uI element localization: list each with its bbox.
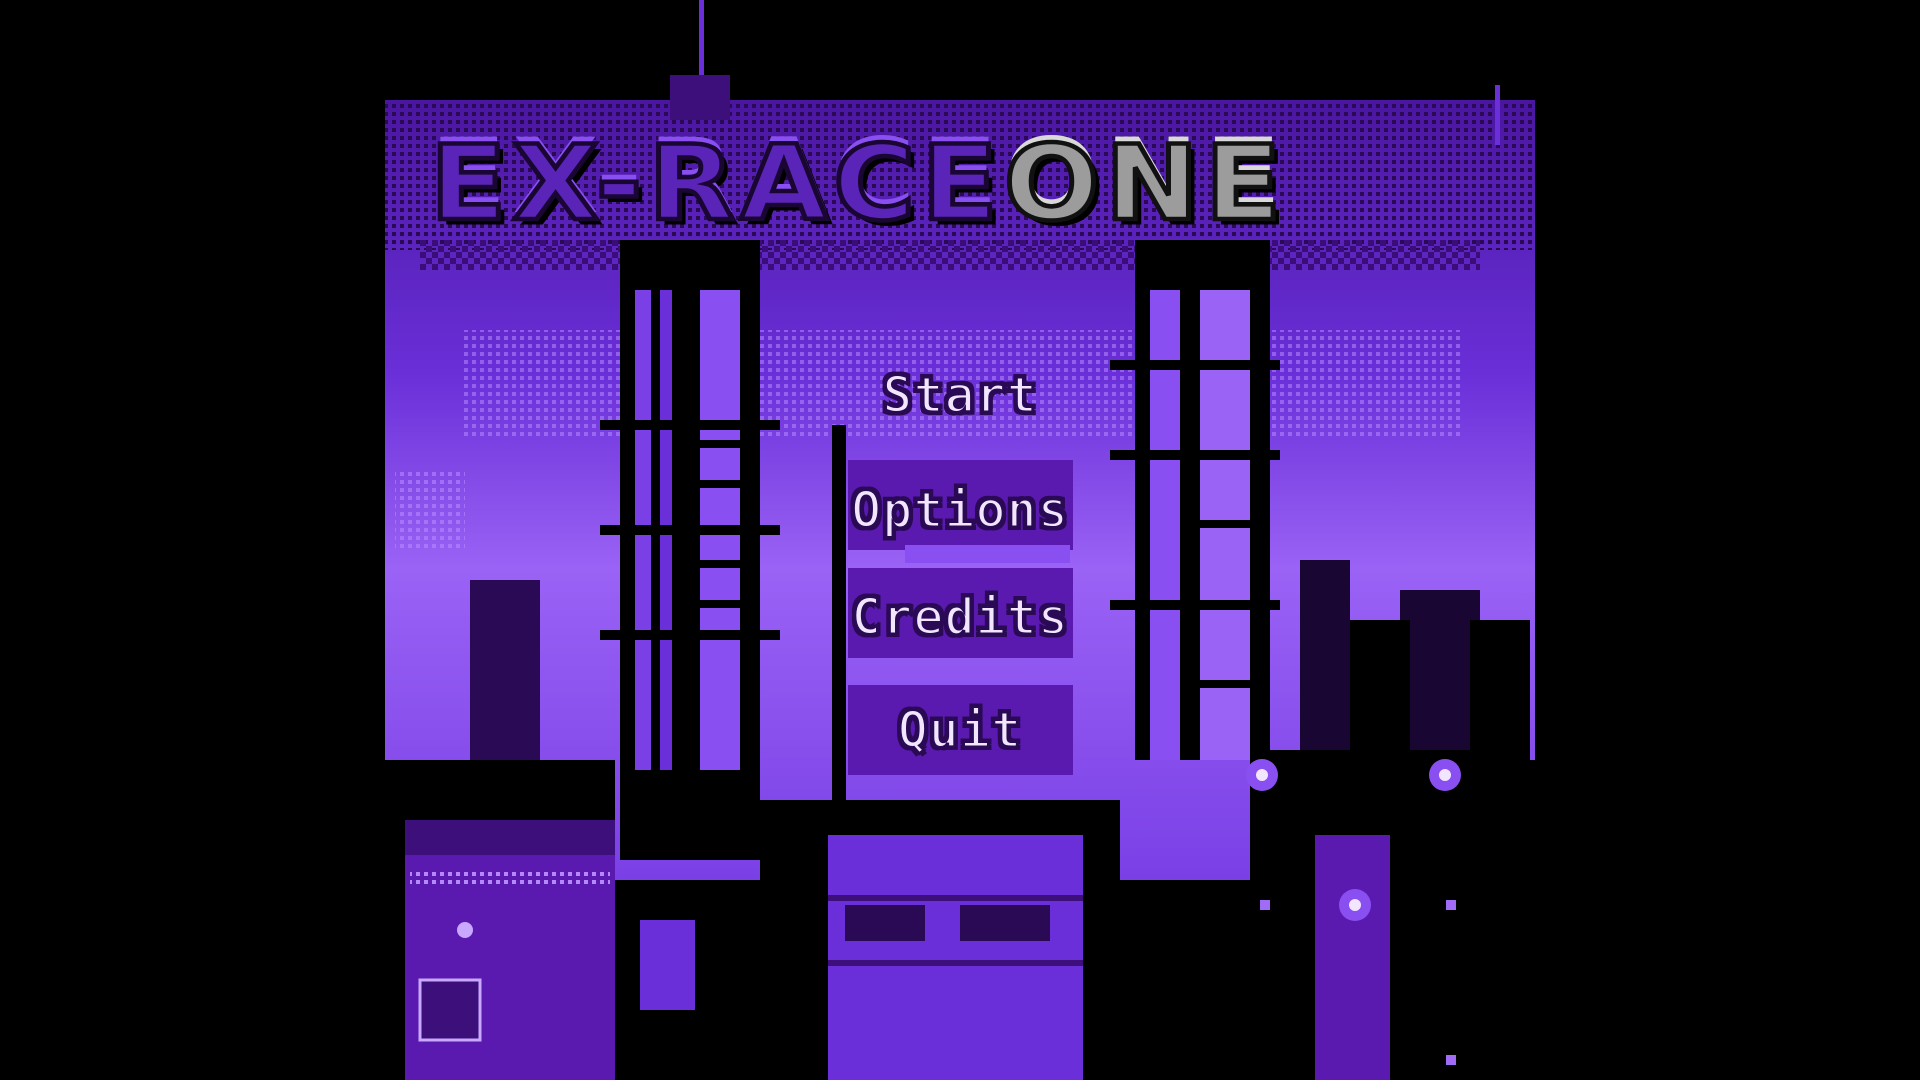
star-light <box>1446 1055 1456 1065</box>
lamp-tower-cap <box>1280 820 1430 835</box>
left-tower-beam <box>600 630 780 640</box>
left-building <box>405 850 615 1080</box>
street-lamp <box>1439 769 1451 781</box>
left-building-top <box>405 820 615 855</box>
left-building-window <box>640 920 695 1010</box>
right-rooftop <box>1270 750 1500 830</box>
right-tower-beam <box>1110 450 1280 460</box>
title-part-1: EX-RACE <box>428 124 1004 244</box>
left-building-sign <box>410 870 610 884</box>
start-button[interactable]: Start <box>845 360 1075 430</box>
sky-dither-checker <box>420 240 1480 270</box>
center-building-stripe <box>828 960 1083 966</box>
street-lamp <box>1256 769 1268 781</box>
left-tower-beam <box>600 525 780 535</box>
left-tower-stair <box>690 440 750 448</box>
center-building <box>828 835 1083 1080</box>
sky-dither-left <box>395 470 465 550</box>
right-tower-stair <box>1200 520 1260 528</box>
star-light <box>1260 900 1270 910</box>
game-title-logo: EX-RACE ONE <box>428 124 1490 244</box>
right-tower-stair <box>1200 680 1260 688</box>
right-tower-beam <box>1110 600 1280 610</box>
antenna-base <box>670 75 730 120</box>
left-tower-beam <box>600 420 780 430</box>
skull-sign <box>418 978 482 1042</box>
star-light <box>1446 900 1456 910</box>
center-building-vent <box>845 905 925 941</box>
lamp-tower <box>1315 830 1390 1080</box>
credits-button[interactable]: Credits <box>845 582 1075 652</box>
game-screen: EX-RACE ONE Start Options Credits Quit <box>0 0 1920 1080</box>
title-part-2: ONE <box>1001 124 1288 244</box>
main-menu: Start Options Credits Quit <box>845 350 1075 790</box>
options-button[interactable]: Options <box>845 475 1075 545</box>
center-building-stripe <box>828 895 1083 901</box>
left-tower-stair <box>690 480 750 488</box>
left-tower-stair <box>690 600 750 608</box>
antenna-right <box>1495 85 1500 145</box>
left-tower-stair <box>690 560 750 568</box>
quit-button[interactable]: Quit <box>845 695 1075 765</box>
right-tower-beam <box>1110 360 1280 370</box>
center-building-vent <box>960 905 1050 941</box>
eyes-icon <box>457 922 473 938</box>
street-lamp <box>1349 899 1361 911</box>
